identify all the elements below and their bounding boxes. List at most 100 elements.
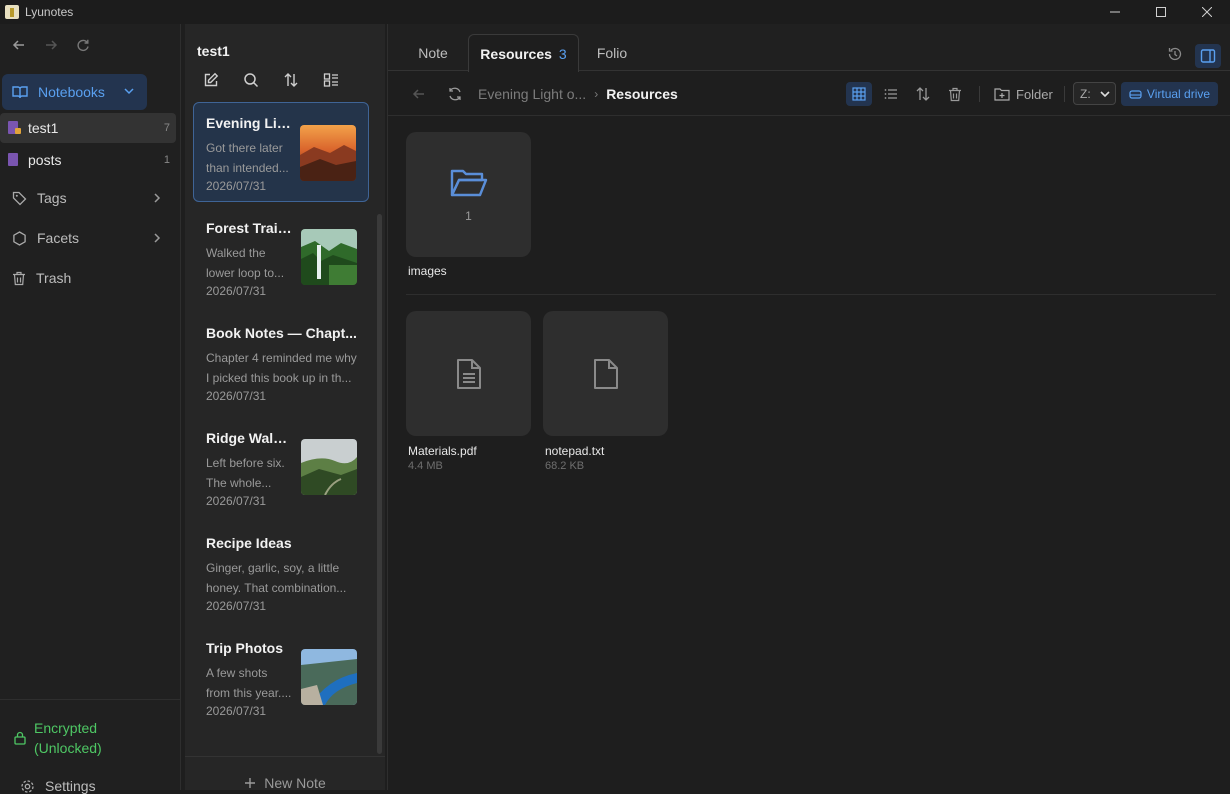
arrow-left-icon — [412, 89, 424, 99]
note-preview: A few shots from this year.... — [206, 666, 292, 700]
close-button[interactable] — [1184, 0, 1230, 24]
encryption-status-label: Encrypted — [34, 720, 98, 736]
note-list-scrollbar[interactable] — [377, 214, 382, 754]
maximize-button[interactable] — [1138, 0, 1184, 24]
sidebar-item-facets[interactable]: Facets — [0, 223, 176, 253]
history-icon — [1168, 47, 1182, 61]
note-title: Book Notes — Chapt... — [206, 325, 357, 341]
history-nav — [0, 24, 180, 66]
lock-icon — [14, 731, 26, 745]
notebook-item-test1[interactable]: test1 7 — [0, 113, 176, 143]
file-size: 68.2 KB — [545, 460, 585, 472]
note-card[interactable]: Forest Trail... Walked the lower loop to… — [193, 207, 369, 307]
view-mode-button[interactable] — [321, 70, 341, 90]
chevron-right-icon — [154, 233, 161, 243]
resource-back-button[interactable] — [406, 82, 432, 106]
list-view-button[interactable] — [878, 82, 904, 106]
note-date: 2026/07/31 — [206, 284, 267, 298]
breadcrumb-current: Resources — [606, 86, 678, 102]
folder-name: images — [408, 264, 447, 278]
main-panel: Note Resources 3 Folio Evening Light o..… — [387, 24, 1230, 790]
resource-sort-button[interactable] — [910, 82, 936, 106]
toolbar-divider — [979, 86, 980, 102]
note-date: 2026/07/31 — [206, 389, 267, 403]
new-folder-button[interactable]: Folder — [994, 82, 1053, 106]
folder-tile-images[interactable]: 1 — [406, 132, 531, 257]
trash-icon — [949, 87, 961, 101]
back-button[interactable] — [8, 34, 30, 56]
notebook-count: 1 — [163, 154, 170, 166]
notebook-icon — [8, 153, 20, 167]
search-icon — [244, 73, 259, 88]
settings-button[interactable]: Settings — [20, 778, 96, 794]
list-icon — [884, 89, 897, 99]
window-title: Lyunotes — [25, 5, 74, 19]
note-card[interactable]: Book Notes — Chapt... Chapter 4 reminded… — [193, 312, 369, 412]
new-note-footer-button[interactable]: New Note — [185, 756, 385, 791]
toggle-panel-button[interactable] — [1195, 44, 1221, 68]
file-tile-materials-pdf[interactable] — [406, 311, 531, 436]
sort-icon — [284, 73, 298, 87]
hexagon-icon — [13, 230, 26, 246]
toolbar-divider — [1064, 86, 1065, 102]
chevron-down-icon — [124, 88, 134, 95]
sidebar-item-label: Tags — [37, 190, 67, 206]
grid-view-button[interactable] — [846, 82, 872, 106]
note-title: Trip Photos — [206, 640, 283, 656]
file-tile-notepad-txt[interactable] — [543, 311, 668, 436]
note-card[interactable]: Recipe Ideas Ginger, garlic, soy, a litt… — [193, 522, 369, 622]
refresh-icon — [449, 87, 461, 101]
forward-button[interactable] — [40, 34, 62, 56]
sort-select[interactable]: Z: — [1073, 82, 1116, 105]
chevron-right-icon — [154, 193, 161, 203]
drive-icon — [1129, 89, 1142, 99]
document-lines-icon — [456, 358, 481, 389]
sort-button[interactable] — [281, 70, 301, 90]
notebook-name: test1 — [28, 120, 59, 136]
file-name: Materials.pdf — [408, 444, 477, 458]
sidebar-item-label: Facets — [37, 230, 80, 246]
note-thumbnail-fjord — [301, 649, 357, 705]
note-thumbnail-sunset-canyon — [300, 125, 356, 181]
sidebar: Notebooks test1 7 posts 1 Tags Facets Tr… — [0, 24, 181, 794]
note-card[interactable]: Evening Lig... Got there later than inte… — [193, 102, 369, 202]
search-button[interactable] — [241, 70, 261, 90]
gear-icon — [21, 779, 34, 793]
tag-icon — [12, 191, 27, 205]
sidebar-item-trash[interactable]: Trash — [0, 263, 176, 293]
sidebar-item-tags[interactable]: Tags — [0, 183, 176, 213]
sidebar-right-icon — [1200, 49, 1216, 63]
resource-delete-button[interactable] — [942, 82, 968, 106]
tab-note[interactable]: Note — [391, 34, 475, 71]
window-controls — [1092, 0, 1230, 24]
tab-folio[interactable]: Folio — [584, 34, 640, 71]
note-title: Evening Lig... — [206, 115, 292, 131]
refresh-button[interactable] — [72, 34, 94, 56]
tab-badge: 3 — [558, 45, 567, 62]
plus-icon — [245, 777, 256, 788]
breadcrumb-parent[interactable]: Evening Light o... — [478, 86, 586, 102]
breadcrumb-separator-icon: › — [594, 87, 599, 101]
resources-toolbar: Evening Light o... › Resources Folder Z: — [388, 72, 1230, 116]
note-card[interactable]: Ridge Walk... Left before six. The whole… — [193, 417, 369, 517]
note-thumbnail-waterfall — [301, 229, 357, 285]
breadcrumb: Evening Light o... › Resources — [478, 86, 678, 102]
note-card[interactable]: Trip Photos A few shots from this year..… — [193, 627, 369, 727]
notebook-item-posts[interactable]: posts 1 — [0, 145, 176, 175]
file-size: 4.4 MB — [408, 460, 443, 472]
resource-refresh-button[interactable] — [442, 82, 468, 106]
virtual-drive-button[interactable]: Virtual drive — [1121, 82, 1218, 106]
tab-bar: Note Resources 3 Folio — [388, 24, 1230, 72]
sidebar-footer: Encrypted (Unlocked) Settings — [0, 699, 180, 794]
tab-label: Resources — [480, 45, 552, 62]
new-folder-label: Folder — [1016, 86, 1053, 102]
minimize-button[interactable] — [1092, 0, 1138, 24]
encryption-status[interactable]: Encrypted (Unlocked) — [14, 718, 102, 758]
notebooks-label: Notebooks — [38, 84, 105, 100]
new-note-button[interactable] — [201, 70, 221, 90]
notebooks-dropdown[interactable]: Notebooks — [2, 74, 147, 110]
folder-item-count: 1 — [465, 208, 472, 223]
tab-resources[interactable]: Resources 3 — [468, 34, 579, 72]
note-title: Ridge Walk... — [206, 430, 292, 446]
history-button[interactable] — [1164, 43, 1186, 65]
